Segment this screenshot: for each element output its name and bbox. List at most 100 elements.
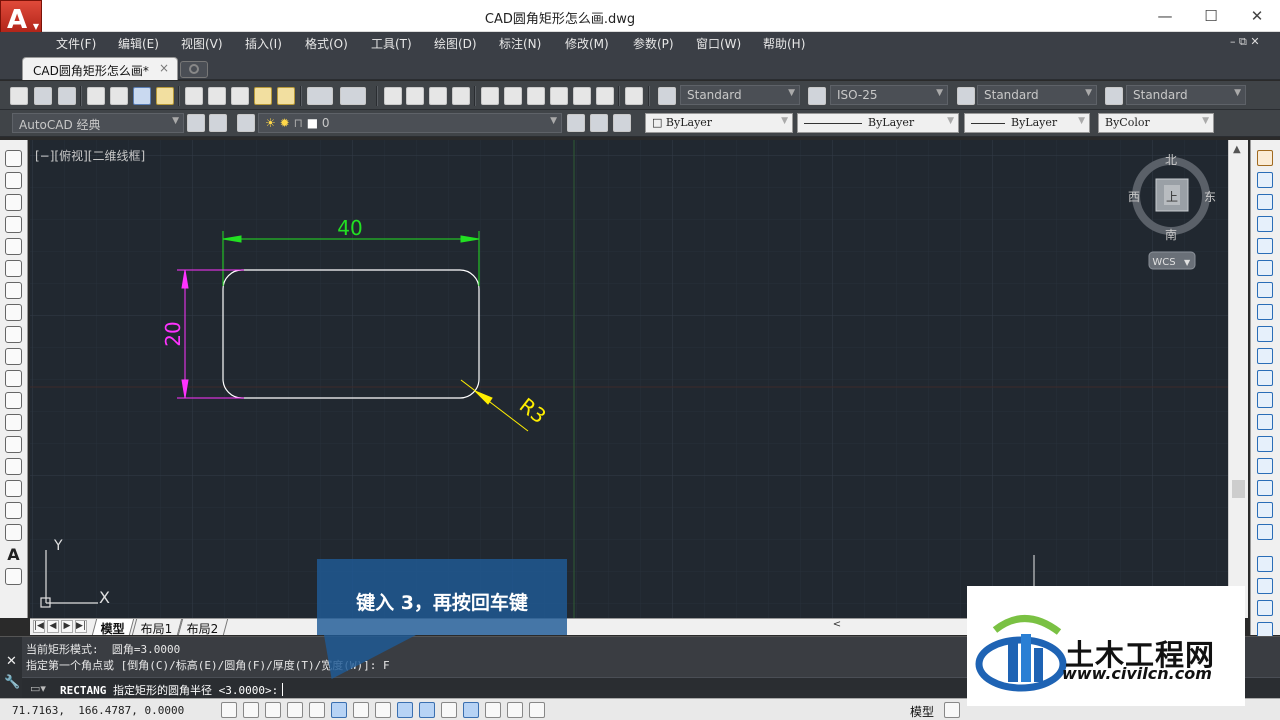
menu-window[interactable]: 窗口(W) (696, 35, 741, 52)
snap-mode-icon[interactable] (243, 702, 259, 718)
multileader-style-select[interactable]: Standard ▼ (1126, 85, 1246, 105)
paste-icon[interactable] (231, 87, 249, 105)
scroll-up-icon[interactable]: ▲ (1233, 144, 1241, 155)
construction-line-icon[interactable] (5, 172, 22, 189)
circle-icon[interactable] (5, 282, 22, 299)
chamfer-icon[interactable] (1257, 458, 1273, 474)
erase-icon[interactable] (1257, 150, 1273, 166)
close-button[interactable]: ✕ (1234, 4, 1280, 28)
join-icon[interactable] (1257, 436, 1273, 452)
cut-icon[interactable] (185, 87, 203, 105)
ellipse-icon[interactable] (5, 348, 22, 365)
linetype-select[interactable]: ByLayer ▼ (797, 113, 959, 133)
maximize-button[interactable]: ☐ (1188, 4, 1234, 28)
object-snap-tracking-icon[interactable] (375, 702, 391, 718)
markup-icon[interactable] (573, 87, 591, 105)
new-file-icon[interactable] (10, 87, 28, 105)
document-window-controls[interactable]: – ⧉ ✕ (1230, 35, 1260, 49)
minimize-button[interactable]: — (1142, 4, 1188, 28)
move-icon[interactable] (1257, 260, 1273, 276)
menu-edit[interactable]: 编辑(E) (118, 35, 159, 52)
menu-draw[interactable]: 绘图(D) (434, 35, 477, 52)
dynamic-input-icon[interactable] (419, 702, 435, 718)
viewcube-west[interactable]: 西 (1128, 190, 1140, 204)
quick-properties-icon[interactable] (485, 702, 501, 718)
wrench-icon[interactable]: 🔧 (4, 675, 20, 690)
new-tab-button[interactable] (180, 61, 208, 78)
dim-style-select[interactable]: ISO-25 ▼ (830, 85, 948, 105)
rotate-icon[interactable] (1257, 282, 1273, 298)
print-icon[interactable] (87, 87, 105, 105)
3d-object-snap-icon[interactable] (353, 702, 369, 718)
polar-tracking-icon[interactable] (309, 702, 325, 718)
break-at-point-icon[interactable] (1257, 392, 1273, 408)
trim-icon[interactable] (1257, 348, 1273, 364)
stretch-icon[interactable] (1257, 326, 1273, 342)
command-prompt-icon[interactable]: ▭▾ (30, 682, 46, 695)
workspace-settings-icon[interactable] (187, 114, 205, 132)
polygon-icon[interactable] (5, 216, 22, 233)
pan-icon[interactable] (384, 87, 402, 105)
send-to-back-icon[interactable] (1257, 600, 1273, 616)
object-snap-icon[interactable] (331, 702, 347, 718)
vertical-scrollbar[interactable]: ▲ (1228, 140, 1248, 618)
close-icon[interactable]: ✕ (6, 654, 17, 669)
block-editor-icon[interactable] (277, 87, 295, 105)
properties-icon[interactable] (481, 87, 499, 105)
gradient-icon[interactable] (5, 480, 22, 497)
layer-state-icon[interactable] (613, 114, 631, 132)
bring-to-front-icon[interactable] (1257, 578, 1273, 594)
viewport-controls[interactable]: [−][俯视][二维线框] (35, 147, 145, 164)
zoom-realtime-icon[interactable] (406, 87, 424, 105)
tab-layout2[interactable]: 布局2 (177, 619, 228, 636)
menu-file[interactable]: 文件(F) (56, 35, 96, 52)
ellipse-arc-icon[interactable] (5, 370, 22, 387)
viewcube-south[interactable]: 南 (1165, 227, 1177, 242)
wcs-menu[interactable]: WCS (1152, 257, 1175, 268)
transparency-icon[interactable] (463, 702, 479, 718)
copy-object-icon[interactable] (1257, 172, 1273, 188)
polyline-icon[interactable] (5, 194, 22, 211)
close-tab-icon[interactable]: × (159, 61, 169, 75)
tab-layout1[interactable]: 布局1 (131, 619, 182, 636)
viewcube-top-face[interactable]: 上 (1166, 190, 1178, 204)
revision-cloud-icon[interactable] (5, 304, 22, 321)
grid-display-icon[interactable] (265, 702, 281, 718)
explode-icon[interactable] (1257, 524, 1273, 540)
multileader-style-icon[interactable] (1105, 87, 1123, 105)
model-space-toggle[interactable]: 模型 (910, 703, 934, 720)
copy-icon[interactable] (208, 87, 226, 105)
table-style-icon[interactable] (957, 87, 975, 105)
ortho-mode-icon[interactable] (287, 702, 303, 718)
make-block-icon[interactable] (5, 414, 22, 431)
menu-tools[interactable]: 工具(T) (371, 35, 412, 52)
lineweight-toggle-icon[interactable] (441, 702, 457, 718)
menu-insert[interactable]: 插入(I) (245, 35, 282, 52)
workspace-menu-icon[interactable] (209, 114, 227, 132)
plot-style-select[interactable]: ByColor ▼ (1098, 113, 1214, 133)
annotation-monitor-icon[interactable] (529, 702, 545, 718)
layer-manager-icon[interactable] (237, 114, 255, 132)
rectangle-icon[interactable] (5, 238, 22, 255)
draw-order-icon[interactable] (1257, 556, 1273, 572)
next-layout-icon[interactable]: ▶ (61, 620, 73, 633)
menu-format[interactable]: 格式(O) (305, 35, 348, 52)
3d-print-icon[interactable] (156, 87, 174, 105)
help-icon[interactable] (625, 87, 643, 105)
tab-model[interactable]: 模型 (91, 619, 135, 636)
spline-icon[interactable] (5, 326, 22, 343)
redo-icon[interactable] (340, 87, 366, 105)
match-properties-icon[interactable] (254, 87, 272, 105)
quickcalc-icon[interactable] (596, 87, 614, 105)
text-style-icon[interactable] (658, 87, 676, 105)
layer-previous-icon[interactable] (590, 114, 608, 132)
layer-select[interactable]: ☀ ✹ ⊓ ■ 0 ▼ (258, 113, 562, 133)
color-select[interactable]: □ ByLayer ▼ (645, 113, 793, 133)
add-selected-icon[interactable] (5, 568, 22, 585)
undo-icon[interactable] (307, 87, 333, 105)
table-style-select[interactable]: Standard ▼ (977, 85, 1097, 105)
line-icon[interactable] (5, 150, 22, 167)
tab-document[interactable]: CAD圆角矩形怎么画* × (22, 57, 178, 80)
first-layout-icon[interactable]: |◀ (33, 620, 45, 633)
menu-dimension[interactable]: 标注(N) (499, 35, 541, 52)
